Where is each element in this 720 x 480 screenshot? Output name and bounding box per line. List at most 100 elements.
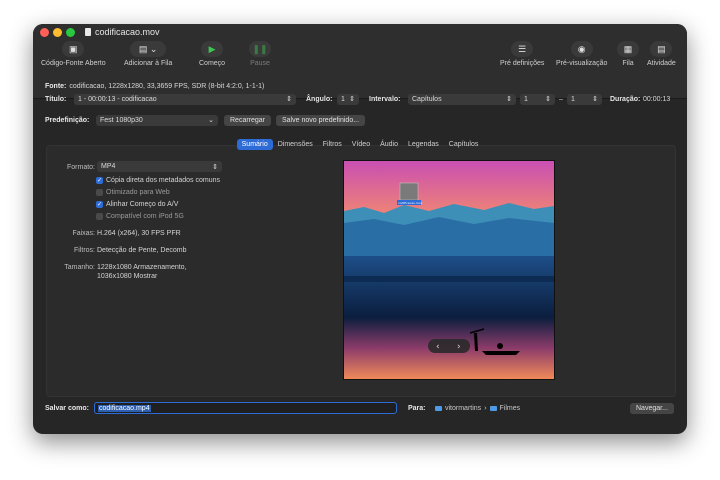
ipod-checkbox[interactable]: Compatível com iPod 5G <box>96 213 184 220</box>
source-button[interactable]: ▣ Código-Fonte Aberto <box>41 41 106 67</box>
metadata-option-label: Cópia direta dos metadados comuns <box>106 177 221 184</box>
tab-audio-label: Áudio <box>380 141 398 148</box>
checkbox-unchecked-icon <box>96 213 103 220</box>
metadata-checkbox[interactable]: ✓ Cópia direta dos metadados comuns <box>96 177 220 184</box>
stepper-icon: ⇕ <box>349 96 355 103</box>
chevron-down-icon: ⌄ <box>208 117 214 124</box>
tab-filters-label: Filtros <box>322 141 342 148</box>
align-av-checkbox[interactable]: ✓ Alinhar Começo do A/V <box>96 201 178 208</box>
preview-image[interactable]: ‹ › codificacao.mov <box>343 160 555 380</box>
source-label: Código-Fonte Aberto <box>41 60 106 67</box>
tab-summary[interactable]: Sumário <box>236 139 273 150</box>
save-as-field[interactable]: codificacao.mp4 <box>94 402 397 414</box>
format-select[interactable]: MP4 ⇕ <box>97 161 222 172</box>
preview-button[interactable]: ◉ Pré-visualização <box>556 41 607 67</box>
tab-video-label: Vídeo <box>351 141 371 148</box>
source-row-label: Fonte: <box>45 83 67 90</box>
range-value: Capítulos <box>412 95 442 103</box>
tab-filters[interactable]: Filtros <box>318 139 347 150</box>
save-as-label: Salvar como: <box>45 405 89 412</box>
film-icon: ▣ <box>62 41 85 57</box>
tab-chapters-label: Capítulos <box>448 141 479 148</box>
range-select[interactable]: Capítulos ⇕ <box>408 93 516 105</box>
app-window: codificacao.mov ▣ Código-Fonte Aberto ▤ … <box>33 24 687 434</box>
summary-panel: Formato: MP4 ⇕ ✓ Cópia direta dos metada… <box>46 145 676 397</box>
pause-button[interactable]: ❚❚ Pause <box>249 41 271 67</box>
start-label: Começo <box>199 60 226 67</box>
eye-icon: ◉ <box>570 41 593 57</box>
add-queue-button[interactable]: ▤ ⌄ Adicionar à Fila <box>124 41 172 67</box>
tab-subtitles-label: Legendas <box>408 141 439 148</box>
stepper-icon: ⇕ <box>286 96 292 103</box>
preview-prev-arrow: ‹ <box>436 342 440 352</box>
range-from-select[interactable]: 1 ⇕ <box>520 93 555 105</box>
size-value-2: 1036x1080 Mostrar <box>97 273 158 280</box>
stepper-icon: ⇕ <box>545 96 551 103</box>
document-icon <box>85 28 91 36</box>
save-row: Salvar como: codificacao.mp4 Para: vitor… <box>33 398 687 434</box>
destination-user: vitormartins <box>445 405 482 412</box>
title-label: Título: <box>45 95 67 103</box>
destination-path[interactable]: vitormartins › Filmes <box>435 405 520 412</box>
range-label: Intervalo: <box>369 95 401 103</box>
size-label: Tamanho: <box>64 264 95 271</box>
queue-icon: ▦ <box>617 41 639 57</box>
tab-bar: Sumário Dimensões Filtros Vídeo Áudio Le… <box>33 139 687 150</box>
align-av-option-label: Alinhar Começo do A/V <box>106 201 179 208</box>
activity-label: Atividade <box>647 60 676 67</box>
tracks-label: Faixas: <box>72 230 95 237</box>
save-preset-button[interactable]: Salve novo predefinido... <box>276 114 366 126</box>
filters-label: Filtros: <box>74 247 95 254</box>
duration-value: 00:00:13 <box>643 95 671 103</box>
thumb-label: codificacao.mov <box>398 201 423 205</box>
destination-folder: Filmes <box>499 405 521 412</box>
minimize-window-button[interactable] <box>53 28 62 37</box>
pause-icon: ❚❚ <box>249 41 271 57</box>
activity-button[interactable]: ▤ Atividade <box>647 41 676 67</box>
tab-dimensions-label: Dimensões <box>277 141 313 148</box>
checkbox-checked-icon: ✓ <box>96 201 103 208</box>
start-button[interactable]: ▶ Começo <box>199 41 225 67</box>
range-to-select[interactable]: 1 ⇕ <box>567 93 602 105</box>
format-value: MP4 <box>101 163 116 170</box>
title-select[interactable]: 1 - 00:00:13 - codificacao ⇕ <box>74 93 296 105</box>
save-preset-label: Salve novo predefinido... <box>282 116 360 124</box>
presets-label: Pré definições <box>500 60 545 67</box>
tab-audio[interactable]: Áudio <box>375 139 403 150</box>
window-title: codificacao.mov <box>85 27 160 37</box>
tab-dimensions[interactable]: Dimensões <box>273 139 318 150</box>
sliders-icon: ☰ <box>511 41 534 57</box>
range-to-value: 1 <box>571 95 575 103</box>
stepper-icon: ⇕ <box>506 96 512 103</box>
add-queue-icon: ▤ ⌄ <box>130 41 167 57</box>
angle-value: 1 <box>341 95 345 103</box>
reload-label: Recarregar <box>230 116 266 124</box>
close-window-button[interactable] <box>40 28 49 37</box>
preset-select[interactable]: Fest 1080p30 ⌄ <box>96 114 218 126</box>
queue-button[interactable]: ▦ Fila <box>617 41 639 67</box>
tab-subtitles[interactable]: Legendas <box>403 139 444 150</box>
tab-summary-label: Sumário <box>241 141 268 148</box>
web-optimized-checkbox[interactable]: Otimizado para Web <box>96 189 170 196</box>
range-separator: – <box>559 95 563 103</box>
preset-value: Fest 1080p30 <box>100 116 143 124</box>
stepper-icon: ⇕ <box>592 96 598 103</box>
ipod-option-label: Compatível com iPod 5G <box>106 213 184 220</box>
angle-label: Ângulo: <box>306 95 333 103</box>
filters-value: Detecção de Pente, Decomb <box>97 247 187 254</box>
range-from-value: 1 <box>524 95 528 103</box>
angle-select[interactable]: 1 ⇕ <box>337 93 359 105</box>
tab-video[interactable]: Vídeo <box>347 139 375 150</box>
duration-label: Duração: <box>610 95 641 103</box>
path-separator: › <box>484 405 487 412</box>
title-select-value: 1 - 00:00:13 - codificacao <box>78 95 157 103</box>
reload-button[interactable]: Recarregar <box>224 114 272 126</box>
tab-chapters[interactable]: Capítulos <box>444 139 484 150</box>
format-label: Formato: <box>66 164 95 171</box>
stepper-icon: ⇕ <box>212 163 218 171</box>
preview-label: Pré-visualização <box>556 60 608 67</box>
presets-button[interactable]: ☰ Pré definições <box>500 41 544 67</box>
preset-label: Predefinição: <box>45 116 90 124</box>
browse-button[interactable]: Navegar... <box>630 403 674 414</box>
zoom-window-button[interactable] <box>66 28 75 37</box>
